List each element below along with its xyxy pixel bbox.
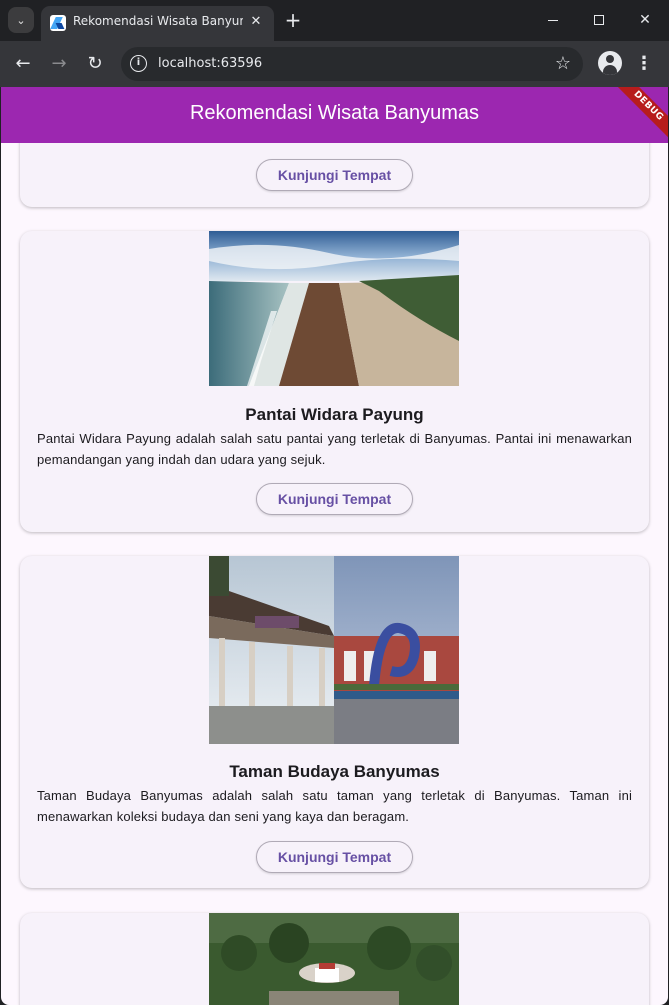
maximize-icon	[594, 15, 604, 25]
place-title: Taman Budaya Banyumas	[229, 762, 440, 781]
visit-place-button[interactable]: Kunjungi Tempat	[256, 483, 413, 515]
close-window-button[interactable]: ✕	[622, 6, 668, 34]
new-tab-button[interactable]: +	[283, 9, 303, 31]
reload-button[interactable]: ↻	[82, 51, 108, 77]
browser-tab-strip: ⌄ Rekomendasi Wisata Banyumas ✕ + ✕	[0, 0, 669, 41]
chevron-down-icon: ⌄	[16, 13, 26, 27]
address-bar[interactable]: i localhost:63596 ☆	[121, 47, 583, 81]
tab-close-button[interactable]: ✕	[247, 13, 265, 31]
browser-toolbar: ← → ↻ i localhost:63596 ☆ ⋮	[0, 41, 669, 87]
app-title: Rekomendasi Wisata Banyumas	[189, 102, 479, 124]
tab-search-button[interactable]: ⌄	[8, 7, 34, 33]
back-button[interactable]: ←	[10, 51, 36, 77]
app-viewport[interactable]: Kunjungi Tempat Pantai Widara Payung Pan…	[1, 87, 668, 1005]
visit-place-button[interactable]: Kunjungi Tempat	[256, 841, 413, 873]
minimize-icon	[548, 19, 558, 21]
forest-photo	[209, 913, 459, 1005]
site-info-icon[interactable]: i	[130, 55, 147, 72]
flutter-favicon-icon	[50, 15, 66, 31]
browser-menu-button[interactable]: ⋮	[634, 51, 654, 77]
place-description: Taman Budaya Banyumas adalah salah satu …	[37, 788, 632, 824]
tab-title: Rekomendasi Wisata Banyumas	[73, 14, 243, 28]
place-card: Taman Budaya Banyumas Taman Budaya Banyu…	[20, 556, 649, 888]
beach-photo	[209, 231, 459, 386]
url-text[interactable]: localhost:63596	[158, 56, 262, 71]
app-bar: Rekomendasi Wisata Banyumas	[1, 87, 668, 143]
bookmark-star-icon[interactable]: ☆	[555, 53, 571, 74]
place-description: Pantai Widara Payung adalah salah satu p…	[37, 431, 632, 467]
minimize-button[interactable]	[530, 6, 576, 34]
browser-tab[interactable]: Rekomendasi Wisata Banyumas ✕	[41, 6, 274, 41]
place-card: Pantai Widara Payung Pantai Widara Payun…	[20, 231, 649, 532]
forward-button[interactable]: →	[46, 51, 72, 77]
place-card	[20, 913, 649, 1005]
profile-avatar-icon[interactable]	[598, 51, 622, 75]
maximize-button[interactable]	[576, 6, 622, 34]
visit-place-button[interactable]: Kunjungi Tempat	[256, 159, 413, 191]
cultural-park-photo	[209, 556, 459, 744]
place-title: Pantai Widara Payung	[245, 405, 424, 424]
